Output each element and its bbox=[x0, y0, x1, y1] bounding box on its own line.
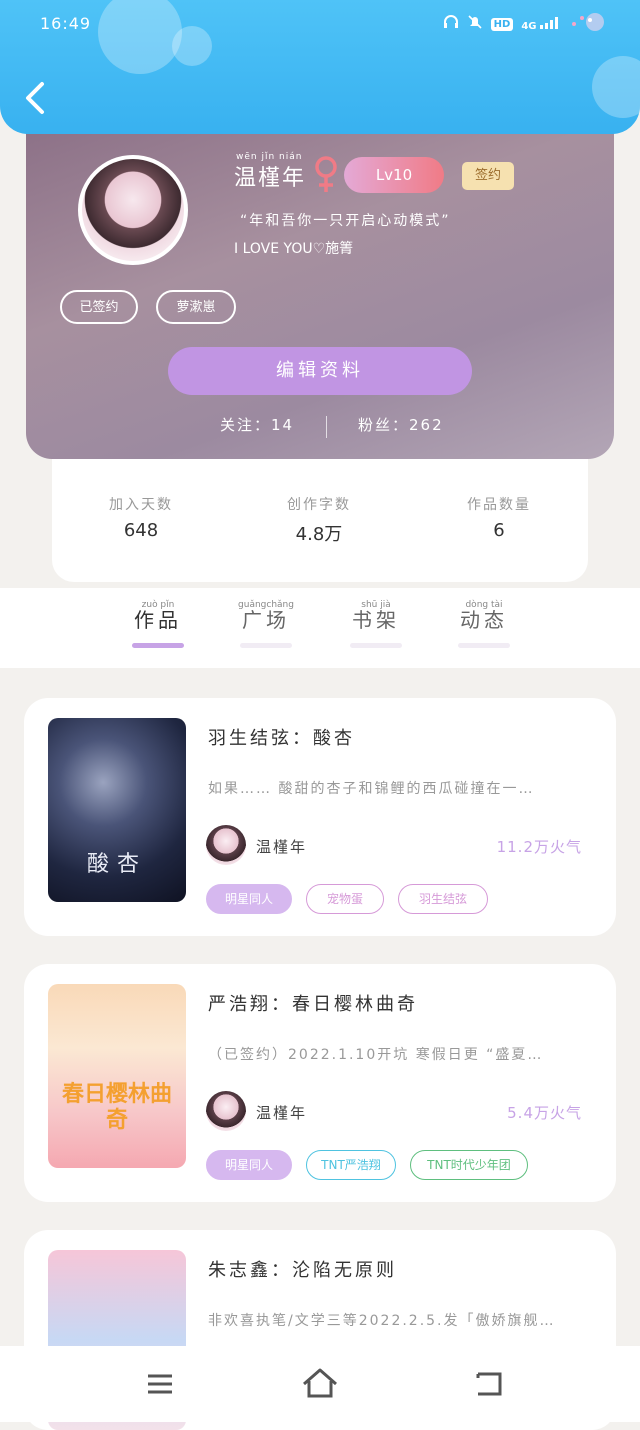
stat-works: 作品数量 6 bbox=[424, 494, 574, 541]
avatar[interactable] bbox=[82, 159, 184, 261]
profile-quote: “年和吾你一只开启心动模式” bbox=[240, 213, 451, 229]
battery-icon bbox=[566, 12, 604, 36]
profile-tag[interactable]: 萝漱崽 bbox=[156, 290, 236, 324]
tab-pinyin: guǎngchǎng bbox=[238, 600, 294, 610]
profile-signature: I LOVE YOU♡施箐 bbox=[234, 241, 354, 257]
book-tag[interactable]: 明星同人 bbox=[206, 884, 292, 914]
back-arrow-icon[interactable] bbox=[22, 80, 50, 116]
tab-feed[interactable]: dòng tài 动态 bbox=[444, 600, 524, 648]
stat-join-days: 加入天数 648 bbox=[66, 494, 216, 541]
book-tag[interactable]: TNT严浩翔 bbox=[306, 1150, 396, 1180]
author-avatar bbox=[206, 1091, 246, 1131]
author-avatar bbox=[206, 825, 246, 865]
return-icon[interactable] bbox=[468, 1364, 508, 1404]
bubble-decoration bbox=[172, 26, 212, 66]
cover-title: 酸杏 bbox=[86, 852, 147, 877]
book-description: （已签约）2022.1.10开坑 寒假日更 “盛夏… bbox=[208, 1047, 544, 1063]
system-nav-bar bbox=[0, 1346, 640, 1422]
headphone-icon bbox=[443, 14, 459, 34]
tab-pinyin: zuò pǐn bbox=[141, 600, 175, 610]
stat-label: 创作字数 bbox=[287, 497, 351, 513]
book-description: 如果…… 酸甜的杏子和锦鲤的西瓜碰撞在一… bbox=[208, 781, 535, 797]
stat-label: 加入天数 bbox=[109, 497, 173, 513]
edit-profile-button[interactable]: 编辑资料 bbox=[168, 347, 472, 395]
stat-word-count: 创作字数 4.8万 bbox=[244, 494, 394, 546]
bubble-decoration bbox=[592, 56, 640, 118]
book-heat: 5.4万火气 bbox=[507, 1104, 582, 1122]
signal-icon: 4G bbox=[521, 16, 558, 32]
bubble-decoration bbox=[98, 0, 182, 74]
stats-card: 加入天数 648 创作字数 4.8万 作品数量 6 bbox=[52, 444, 588, 582]
hd-icon: HD bbox=[490, 17, 514, 31]
level-badge: Lv10 bbox=[344, 157, 444, 193]
status-icons: HD 4G bbox=[443, 12, 604, 36]
book-title: 严浩翔：春日樱林曲奇 bbox=[208, 994, 418, 1015]
divider bbox=[326, 416, 327, 438]
tab-works[interactable]: zuò pǐn 作品 bbox=[118, 600, 198, 648]
stat-value: 4.8万 bbox=[295, 524, 343, 545]
top-header: 16:49 HD 4G bbox=[0, 0, 640, 134]
book-tag[interactable]: 宠物蛋 bbox=[306, 884, 384, 914]
tab-indicator bbox=[458, 643, 510, 648]
stat-label: 作品数量 bbox=[467, 497, 531, 513]
profile-tag[interactable]: 已签约 bbox=[60, 290, 138, 324]
book-cover[interactable]: 酸杏 bbox=[48, 718, 186, 902]
book-tag[interactable]: 明星同人 bbox=[206, 1150, 292, 1180]
stat-value: 6 bbox=[493, 520, 505, 541]
tab-pinyin: shū jià bbox=[361, 600, 391, 610]
mute-bell-icon bbox=[467, 14, 483, 34]
following-count[interactable]: 关注：14 bbox=[220, 414, 294, 435]
book-card[interactable]: 酸杏 羽生结弦：酸杏 如果…… 酸甜的杏子和锦鲤的西瓜碰撞在一… 温槿年 11.… bbox=[24, 698, 616, 936]
signed-badge: 签约 bbox=[462, 162, 514, 190]
female-icon bbox=[311, 154, 341, 194]
book-tag[interactable]: TNT时代少年团 bbox=[410, 1150, 528, 1180]
tab-indicator bbox=[350, 643, 402, 648]
profile-card: wēn jǐn nián 温槿年 Lv10 签约 “年和吾你一只开启心动模式” … bbox=[26, 110, 614, 459]
tab-pinyin: dòng tài bbox=[465, 600, 503, 610]
book-heat: 11.2万火气 bbox=[496, 838, 582, 856]
book-card[interactable]: 春日樱林曲奇 严浩翔：春日樱林曲奇 （已签约）2022.1.10开坑 寒假日更 … bbox=[24, 964, 616, 1202]
book-title: 羽生结弦：酸杏 bbox=[208, 728, 355, 749]
tab-bar bbox=[0, 588, 640, 668]
book-author: 温槿年 bbox=[256, 1104, 308, 1122]
book-tag[interactable]: 羽生结弦 bbox=[398, 884, 488, 914]
followers-count[interactable]: 粉丝：262 bbox=[358, 414, 444, 435]
book-cover[interactable]: 春日樱林曲奇 bbox=[48, 984, 186, 1168]
status-time: 16:49 bbox=[40, 14, 92, 33]
profile-name: 温槿年 bbox=[234, 166, 307, 191]
stat-value: 648 bbox=[123, 520, 159, 541]
book-description: 非欢喜执笔/文学三等2022.2.5.发「傲娇旗舰… bbox=[208, 1313, 556, 1329]
cover-title: 春日樱林曲奇 bbox=[61, 1082, 172, 1133]
home-icon[interactable] bbox=[300, 1364, 340, 1404]
menu-icon[interactable] bbox=[140, 1364, 180, 1404]
book-title: 朱志鑫：沦陷无原则 bbox=[208, 1260, 397, 1281]
tab-bookshelf[interactable]: shū jià 书架 bbox=[336, 600, 416, 648]
network-label: 4G bbox=[521, 20, 537, 32]
tab-square[interactable]: guǎngchǎng 广场 bbox=[226, 600, 306, 648]
book-author: 温槿年 bbox=[256, 838, 308, 856]
tab-indicator bbox=[240, 643, 292, 648]
tab-indicator bbox=[132, 643, 184, 648]
